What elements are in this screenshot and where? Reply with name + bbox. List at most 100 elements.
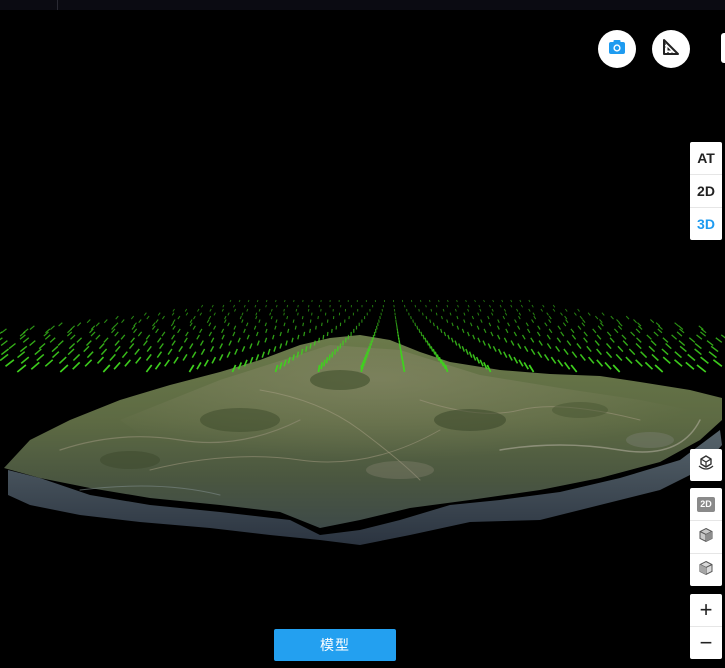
camera-point xyxy=(258,319,261,323)
camera-point xyxy=(605,351,613,359)
camera-point xyxy=(210,337,215,343)
camera-point xyxy=(577,308,580,312)
camera-point xyxy=(22,337,30,343)
camera-point xyxy=(694,348,702,356)
camera-point xyxy=(706,340,714,347)
camera-point xyxy=(517,325,521,330)
model-layer-button-2[interactable] xyxy=(690,554,722,586)
camera-point xyxy=(51,351,60,359)
camera-point xyxy=(189,343,194,349)
camera-point xyxy=(517,343,522,349)
camera-point xyxy=(322,334,325,340)
camera-point xyxy=(696,364,707,373)
measure-button[interactable] xyxy=(652,30,690,68)
camera-point xyxy=(564,315,568,320)
camera-point xyxy=(560,312,563,316)
camera-point xyxy=(596,359,604,367)
camera-point xyxy=(133,322,137,327)
camera-point xyxy=(651,353,659,362)
panel-toggle-button[interactable] xyxy=(721,33,725,63)
camera-point xyxy=(113,361,121,370)
camera-point xyxy=(451,322,454,327)
camera-point xyxy=(644,361,654,370)
camera-point xyxy=(467,308,470,312)
camera-point xyxy=(146,345,152,353)
screenshot-button[interactable] xyxy=(598,30,636,68)
camera-point xyxy=(446,319,449,323)
camera-point xyxy=(155,319,159,324)
layer-2d-button[interactable]: 2D xyxy=(690,488,722,521)
camera-point xyxy=(654,364,664,373)
camera-point xyxy=(246,308,249,312)
camera-point xyxy=(492,345,497,352)
camera-point xyxy=(114,345,121,353)
camera-point xyxy=(218,354,224,361)
camera-point xyxy=(537,351,543,359)
camera-point xyxy=(208,315,212,320)
camera-point xyxy=(0,353,9,362)
terrain-3d-scene[interactable] xyxy=(0,0,725,668)
camera-point xyxy=(145,334,151,340)
camera-point xyxy=(196,361,202,370)
camera-point xyxy=(172,308,175,312)
camera-point xyxy=(182,353,188,361)
camera-point xyxy=(696,334,703,340)
camera-point xyxy=(255,315,258,320)
camera-point xyxy=(479,308,482,312)
camera-point xyxy=(454,308,457,312)
model-button[interactable]: 模型 xyxy=(274,629,396,661)
camera-point xyxy=(83,345,90,353)
camera-point xyxy=(59,364,69,373)
camera-point xyxy=(226,351,231,358)
camera-point xyxy=(543,353,550,361)
camera-point xyxy=(442,308,445,312)
camera-point xyxy=(599,322,604,327)
camera-point xyxy=(96,356,105,364)
camera-point xyxy=(475,356,481,364)
camera-point xyxy=(121,351,128,359)
camera-point xyxy=(487,343,492,349)
camera-point xyxy=(193,315,196,320)
camera-point xyxy=(323,359,326,367)
camera-point xyxy=(542,304,545,308)
camera-point xyxy=(121,319,125,324)
camera-point xyxy=(86,319,91,324)
camera-point xyxy=(429,299,431,303)
camera-point xyxy=(456,299,458,303)
camera-point xyxy=(483,328,487,334)
camera-point xyxy=(274,325,277,330)
camera-point xyxy=(674,322,679,327)
camera-point xyxy=(156,351,163,359)
camera-point xyxy=(450,337,454,343)
camera-point xyxy=(510,340,515,346)
camera-point xyxy=(472,354,477,361)
camera-point xyxy=(523,361,530,370)
camera-point xyxy=(189,319,193,323)
camera-point xyxy=(467,304,470,308)
view-mode-at[interactable]: AT xyxy=(690,142,722,175)
camera-point xyxy=(0,348,10,356)
view-mode-3d[interactable]: 3D xyxy=(690,208,722,240)
camera-point xyxy=(671,334,678,340)
camera-point xyxy=(520,304,524,308)
camera-point xyxy=(679,328,685,334)
camera-point xyxy=(474,299,476,303)
zoom-in-button[interactable]: + xyxy=(690,594,722,627)
zoom-out-button[interactable]: − xyxy=(690,627,722,659)
camera-point xyxy=(505,328,509,334)
camera-point xyxy=(640,351,648,359)
camera-point xyxy=(286,315,289,320)
basemap-button[interactable] xyxy=(690,449,722,481)
camera-point xyxy=(594,340,600,346)
camera-point xyxy=(587,312,591,316)
camera-point xyxy=(556,337,562,343)
camera-point xyxy=(516,308,519,312)
camera-point xyxy=(283,308,285,312)
view-mode-2d[interactable]: 2D xyxy=(690,175,722,208)
map-viewport[interactable]: AT 2D 3D 2D + − 模型 xyxy=(0,0,725,668)
camera-point xyxy=(605,343,612,350)
camera-point xyxy=(177,328,181,334)
camera-point xyxy=(536,331,541,337)
model-layer-button-1[interactable] xyxy=(690,521,722,554)
camera-point xyxy=(508,354,513,361)
